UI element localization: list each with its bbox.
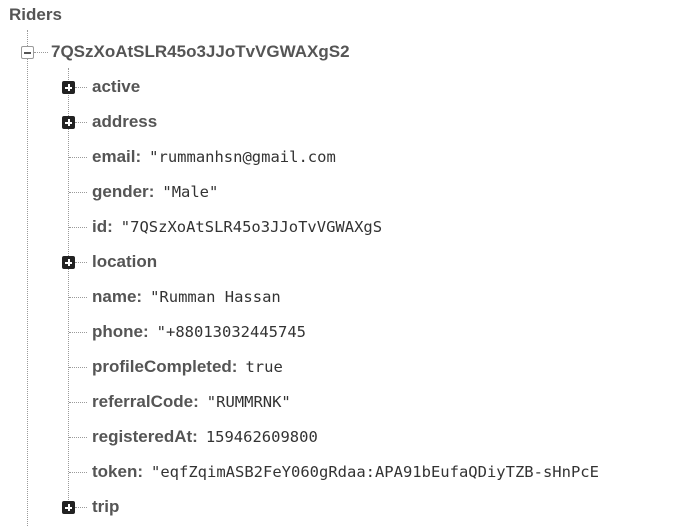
node-key[interactable]: registeredAt (92, 427, 192, 447)
node-value[interactable]: true (245, 358, 282, 376)
tree-line-rider (34, 52, 48, 53)
node-key[interactable]: name (92, 287, 136, 307)
tree-node-address[interactable]: address (92, 107, 157, 137)
tree-node-email[interactable]: email: "rummanhsn@gmail.com (92, 142, 336, 172)
tree-node-profile-completed[interactable]: profileCompleted: true (92, 352, 283, 382)
tree-node-token[interactable]: token: "eqfZqimASB2FeY060gRdaa:APA91bEufa… (92, 457, 599, 487)
node-key[interactable]: active (92, 77, 140, 97)
tree-line-root (27, 30, 28, 526)
expand-toggle-icon[interactable] (62, 116, 75, 129)
node-colon: : (107, 217, 113, 236)
tree-line-leaf (69, 402, 87, 403)
tree-line-leaf (69, 297, 87, 298)
node-key[interactable]: gender (92, 182, 149, 202)
node-colon: : (137, 462, 144, 481)
node-value[interactable]: "eqfZqimASB2FeY060gRdaa:APA91bEufaQDiyTZ… (151, 463, 599, 481)
node-key[interactable]: address (92, 112, 157, 132)
node-colon: : (135, 147, 142, 166)
tree-line-leaf (69, 332, 87, 333)
tree-line-branch (75, 122, 87, 123)
tree-line-leaf (69, 367, 87, 368)
node-value[interactable]: "Male" (162, 183, 218, 201)
tree-node-registered-at[interactable]: registeredAt:159462609800 (92, 422, 318, 452)
tree-line-leaf (69, 437, 87, 438)
rider-node-key[interactable]: 7QSzXoAtSLR45o3JJoTvVGWAXgS2 (51, 42, 350, 62)
rider-node[interactable]: 7QSzXoAtSLR45o3JJoTvVGWAXgS2 (51, 37, 350, 67)
tree-line-branch (75, 262, 87, 263)
node-colon: : (231, 357, 238, 376)
node-key[interactable]: id (92, 217, 107, 237)
node-key[interactable]: trip (92, 497, 119, 517)
node-value[interactable]: 159462609800 (206, 428, 318, 446)
node-key[interactable]: referralCode (92, 392, 193, 412)
node-colon: : (192, 427, 198, 446)
node-key[interactable]: profileCompleted (92, 357, 232, 377)
node-value[interactable]: "+88013032445745 (157, 323, 306, 341)
node-value[interactable]: "Rumman Hassan (150, 288, 281, 306)
tree-line-children (68, 68, 69, 508)
node-colon: : (148, 182, 155, 201)
tree-line-branch (75, 507, 87, 508)
tree-node-referral-code[interactable]: referralCode: "RUMMRNK" (92, 387, 291, 417)
node-key[interactable]: location (92, 252, 157, 272)
tree-line-leaf (69, 472, 87, 473)
node-key[interactable]: phone (92, 322, 143, 342)
tree-line-branch (75, 87, 87, 88)
expand-toggle-icon[interactable] (62, 501, 75, 514)
collapse-toggle-icon[interactable] (21, 46, 34, 59)
tree-line-leaf (69, 157, 87, 158)
tree-node-trip[interactable]: trip (92, 492, 119, 522)
node-colon: : (193, 392, 199, 411)
tree-node-name[interactable]: name: "Rumman Hassan (92, 282, 281, 312)
expand-toggle-icon[interactable] (62, 81, 75, 94)
node-colon: : (143, 322, 149, 341)
node-value[interactable]: "7QSzXoAtSLR45o3JJoTvVGWAXgS (121, 218, 382, 236)
tree-node-id[interactable]: id: "7QSzXoAtSLR45o3JJoTvVGWAXgS (92, 212, 382, 242)
tree-node-gender[interactable]: gender: "Male" (92, 177, 218, 207)
node-key[interactable]: email (92, 147, 135, 167)
tree-line-leaf (69, 192, 87, 193)
tree-node-phone[interactable]: phone: "+88013032445745 (92, 317, 306, 347)
node-value[interactable]: "rummanhsn@gmail.com (149, 148, 336, 166)
root-node-label[interactable]: Riders (9, 5, 62, 25)
tree-line-leaf (69, 227, 87, 228)
tree-node-active[interactable]: active (92, 72, 140, 102)
tree-node-location[interactable]: location (92, 247, 157, 277)
expand-toggle-icon[interactable] (62, 256, 75, 269)
node-value[interactable]: "RUMMRNK" (207, 393, 291, 411)
node-colon: : (136, 287, 143, 306)
node-key[interactable]: token (92, 462, 137, 482)
